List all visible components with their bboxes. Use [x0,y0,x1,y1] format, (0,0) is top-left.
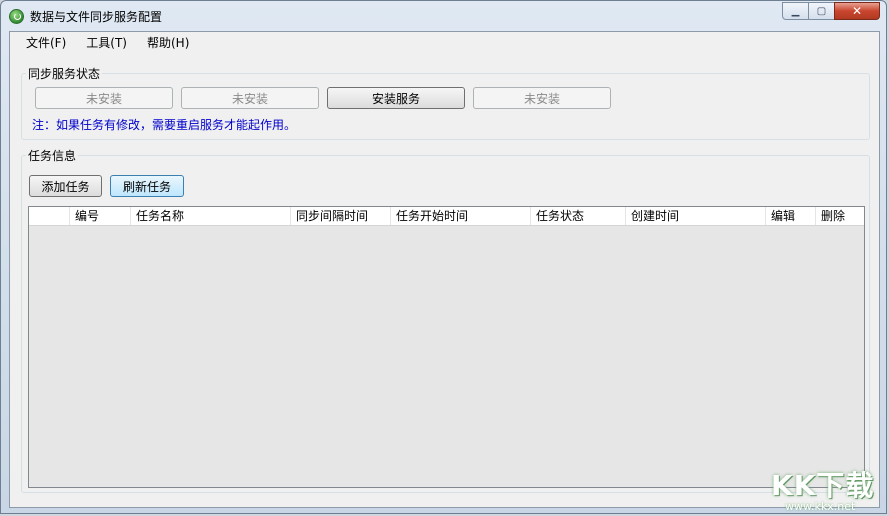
app-icon [9,9,24,24]
task-info-group: 任务信息 添加任务 刷新任务 编号 任务名称 同步间隔时间 任务开始时间 任务状… [21,147,870,493]
service-status-label: 同步服务状态 [26,65,103,82]
refresh-task-button[interactable]: 刷新任务 [110,175,184,197]
column-created-time[interactable]: 创建时间 [626,207,766,225]
task-list-header: 编号 任务名称 同步间隔时间 任务开始时间 任务状态 创建时间 编辑 删除 [29,207,864,226]
menu-bar: 文件(F) 工具(T) 帮助(H) [10,32,879,54]
column-edit[interactable]: 编辑 [766,207,816,225]
task-info-label: 任务信息 [26,147,79,164]
title-bar[interactable]: 数据与文件同步服务配置 ▁ ▢ ✕ [1,1,886,31]
site-watermark: KK下载 www.kkx.net [771,464,886,513]
service-button-1[interactable]: 未安装 [35,87,173,109]
service-button-4[interactable]: 未安装 [473,87,611,109]
service-status-group: 同步服务状态 未安装 未安装 安装服务 未安装 注：如果任务有修改，需要重启服务… [21,65,870,140]
window-title: 数据与文件同步服务配置 [30,10,163,24]
add-task-button[interactable]: 添加任务 [29,175,102,197]
column-sync-interval[interactable]: 同步间隔时间 [291,207,391,225]
maximize-button[interactable]: ▢ [808,2,835,20]
menu-file[interactable]: 文件(F) [16,32,76,54]
maximize-icon: ▢ [816,5,827,17]
close-icon: ✕ [851,4,863,18]
column-id[interactable]: 编号 [70,207,131,225]
watermark-logo: KK下载 [771,469,875,502]
menu-tools[interactable]: 工具(T) [76,32,137,54]
column-start-time[interactable]: 任务开始时间 [391,207,531,225]
client-area: 文件(F) 工具(T) 帮助(H) 同步服务状态 未安装 未安装 安装服务 未安… [9,31,880,508]
column-task-status[interactable]: 任务状态 [531,207,626,225]
restart-note: 注：如果任务有修改，需要重启服务才能起作用。 [32,118,297,132]
task-list[interactable]: 编号 任务名称 同步间隔时间 任务开始时间 任务状态 创建时间 编辑 删除 [28,206,865,488]
install-service-button[interactable]: 安装服务 [327,87,465,109]
main-window: 数据与文件同步服务配置 ▁ ▢ ✕ 文件(F) 工具(T) 帮助(H) 同步服务… [0,0,887,514]
column-delete[interactable]: 删除 [816,207,864,225]
menu-help[interactable]: 帮助(H) [137,32,199,54]
watermark-url: www.kkx.net [785,500,856,513]
column-task-name[interactable]: 任务名称 [131,207,291,225]
minimize-button[interactable]: ▁ [782,2,809,20]
minimize-icon: ▁ [791,5,800,17]
close-button[interactable]: ✕ [834,2,880,20]
column-select[interactable] [29,207,70,225]
service-button-2[interactable]: 未安装 [181,87,319,109]
